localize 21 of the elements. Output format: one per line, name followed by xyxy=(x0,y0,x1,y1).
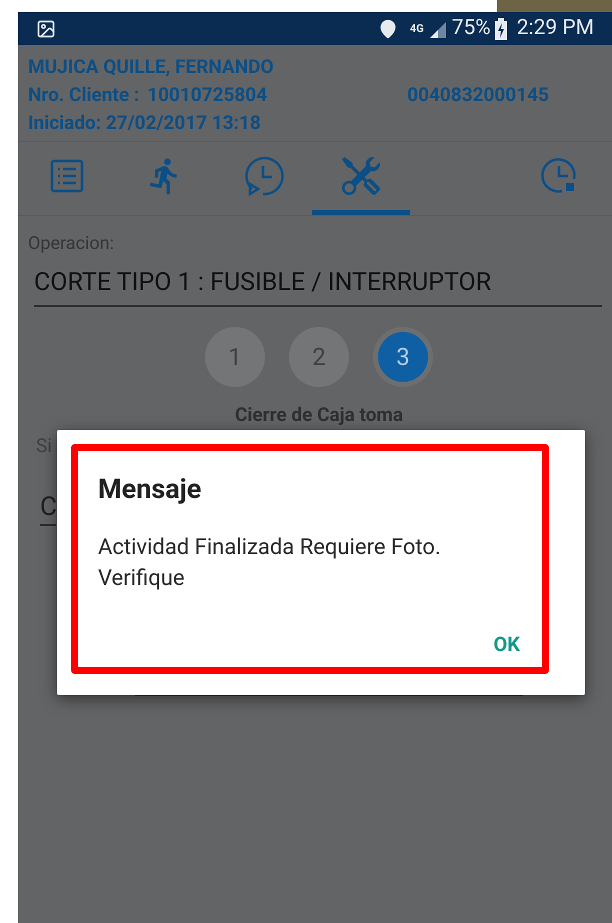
network-type: 4G xyxy=(410,23,424,34)
operation-field[interactable]: CORTE TIPO 1 : FUSIBLE / INTERRUPTOR xyxy=(34,267,602,307)
start-date: Iniciado: 27/02/2017 13:18 xyxy=(28,110,262,136)
image-icon xyxy=(36,18,56,38)
partial-field: C xyxy=(40,492,57,522)
ok-button[interactable]: OK xyxy=(491,629,522,659)
clock-stop-icon xyxy=(540,157,578,195)
client-label: Nro. Cliente : xyxy=(28,82,140,108)
dialog-message: Actividad Finalizada Requiere Foto. Verifique xyxy=(98,534,442,592)
step-indicator: 3 xyxy=(373,327,433,387)
dialog-title: Mensaje xyxy=(98,472,202,507)
customer-name: MUJICA QUILLE, FERNANDO xyxy=(28,54,275,80)
battery-percent: 75% xyxy=(452,18,491,39)
location-pin-icon xyxy=(378,18,398,38)
list-icon xyxy=(50,159,84,193)
service-code: 0040832000145 xyxy=(407,82,549,108)
client-number: 10010725804 xyxy=(147,82,268,108)
clock-time: 2:29 PM xyxy=(516,18,594,39)
signal-icon xyxy=(428,20,448,38)
battery-charging-icon xyxy=(494,18,507,40)
tools-icon xyxy=(342,157,380,195)
